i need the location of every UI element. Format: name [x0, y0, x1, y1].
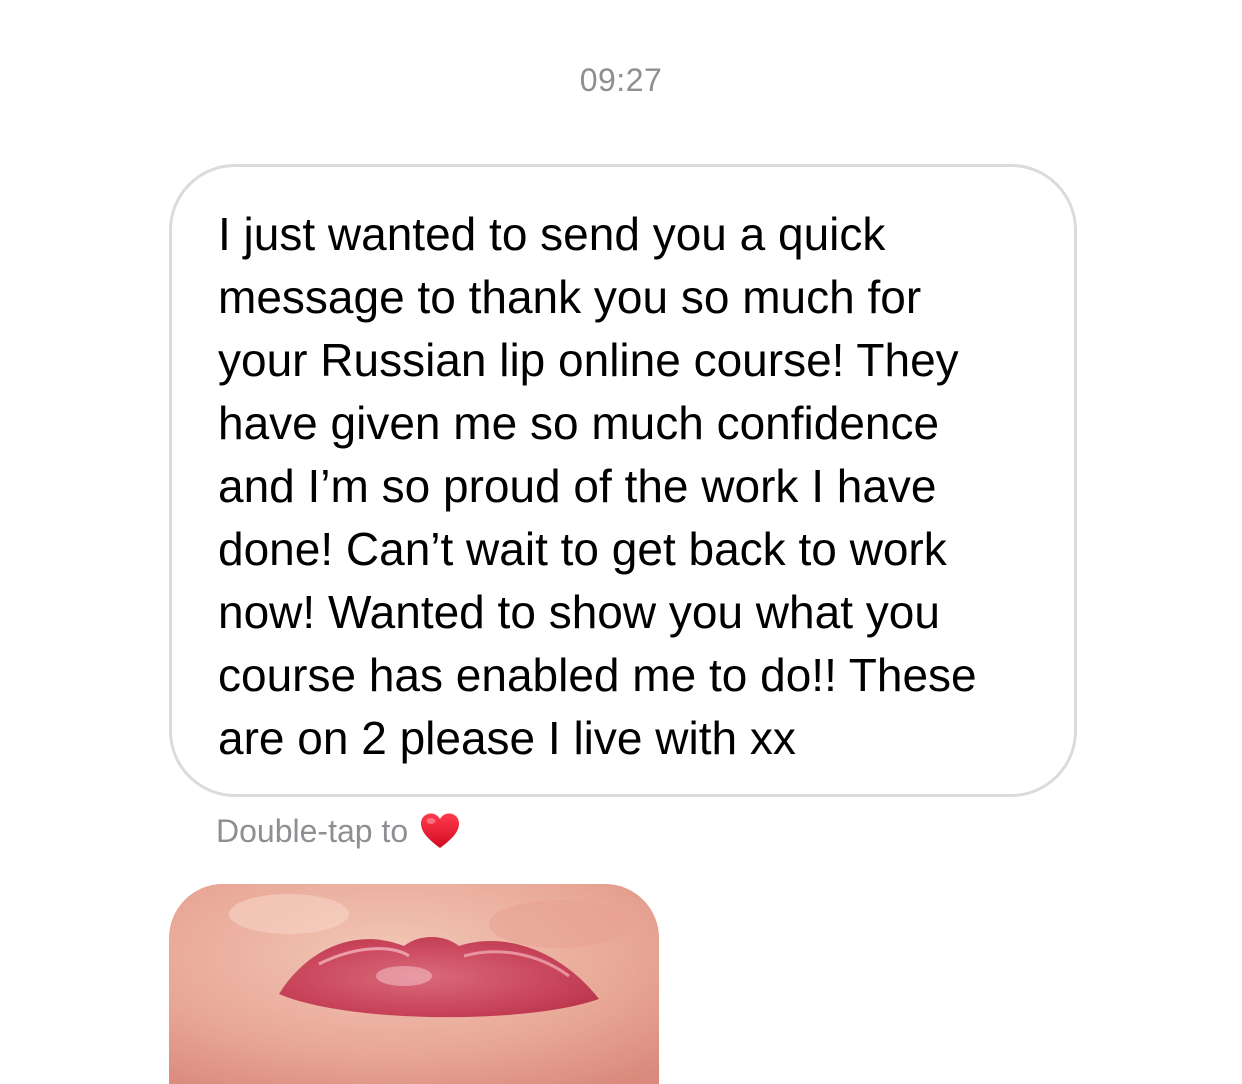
- heart-icon: [420, 812, 460, 850]
- message-bubble[interactable]: I just wanted to send you a quick messag…: [169, 164, 1077, 797]
- message-text-line: and I’m so proud of the work I have: [218, 460, 937, 512]
- message-text-line: your Russian lip online course! They: [218, 334, 959, 386]
- message-text-line: I just wanted to send you a quick: [218, 208, 886, 260]
- message-text-line: done! Can’t wait to get back to work: [218, 523, 947, 575]
- message-text-line: course has enabled me to do!! These: [218, 649, 977, 701]
- message-text: I just wanted to send you a quick messag…: [218, 203, 1048, 770]
- message-text-line: message to thank you so much for: [218, 271, 922, 323]
- photo-attachment[interactable]: [169, 884, 659, 1084]
- message-text-line: have given me so much confidence: [218, 397, 940, 449]
- double-tap-hint: Double-tap to: [216, 808, 460, 854]
- message-timestamp: 09:27: [579, 62, 663, 98]
- message-text-line: are on 2 please I live with xx: [218, 712, 796, 764]
- lips-photo: [169, 884, 659, 1084]
- message-text-line: now! Wanted to show you what you: [218, 586, 940, 638]
- double-tap-hint-label: Double-tap to: [216, 812, 409, 849]
